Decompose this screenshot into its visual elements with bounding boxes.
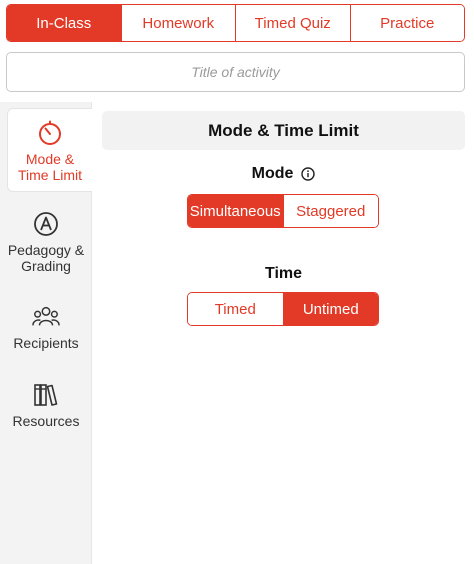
activity-title-input[interactable] <box>7 53 464 91</box>
activity-type-tabs: In-Class Homework Timed Quiz Practice <box>6 4 465 42</box>
time-timed-button[interactable]: Timed <box>188 293 283 325</box>
time-selector: Timed Untimed <box>187 292 379 326</box>
time-untimed-button[interactable]: Untimed <box>282 293 378 325</box>
books-icon <box>32 381 60 409</box>
mode-label: Mode <box>251 165 294 182</box>
pedagogy-icon <box>32 210 60 238</box>
people-icon <box>32 303 60 331</box>
tab-homework[interactable]: Homework <box>120 5 235 41</box>
title-field-container <box>6 52 465 92</box>
sidebar-item-mode-time-limit[interactable]: Mode & Time Limit <box>7 108 92 192</box>
timer-icon <box>36 119 64 147</box>
info-icon[interactable] <box>301 167 316 181</box>
mode-staggered-button[interactable]: Staggered <box>282 195 378 227</box>
mode-selector: Simultaneous Staggered <box>187 194 379 228</box>
section-title: Mode & Time Limit <box>102 111 465 150</box>
tab-practice[interactable]: Practice <box>349 5 464 41</box>
sidebar-item-resources[interactable]: Resources <box>0 381 92 437</box>
mode-label-row: Mode <box>102 163 465 185</box>
tab-in-class[interactable]: In-Class <box>7 5 121 41</box>
sidebar-item-label: Recipients <box>13 335 79 351</box>
mode-simultaneous-button[interactable]: Simultaneous <box>188 195 283 227</box>
sidebar-item-label: Resources <box>12 413 80 429</box>
time-label: Time <box>264 265 303 282</box>
settings-sidebar: Mode & Time Limit Pedagogy & Grading Rec… <box>0 102 92 564</box>
tab-timed-quiz[interactable]: Timed Quiz <box>235 5 350 41</box>
sidebar-item-label: Pedagogy & Grading <box>7 242 85 274</box>
sidebar-item-recipients[interactable]: Recipients <box>0 303 92 359</box>
sidebar-item-pedagogy-grading[interactable]: Pedagogy & Grading <box>0 210 92 284</box>
sidebar-item-label: Mode & Time Limit <box>17 151 83 183</box>
